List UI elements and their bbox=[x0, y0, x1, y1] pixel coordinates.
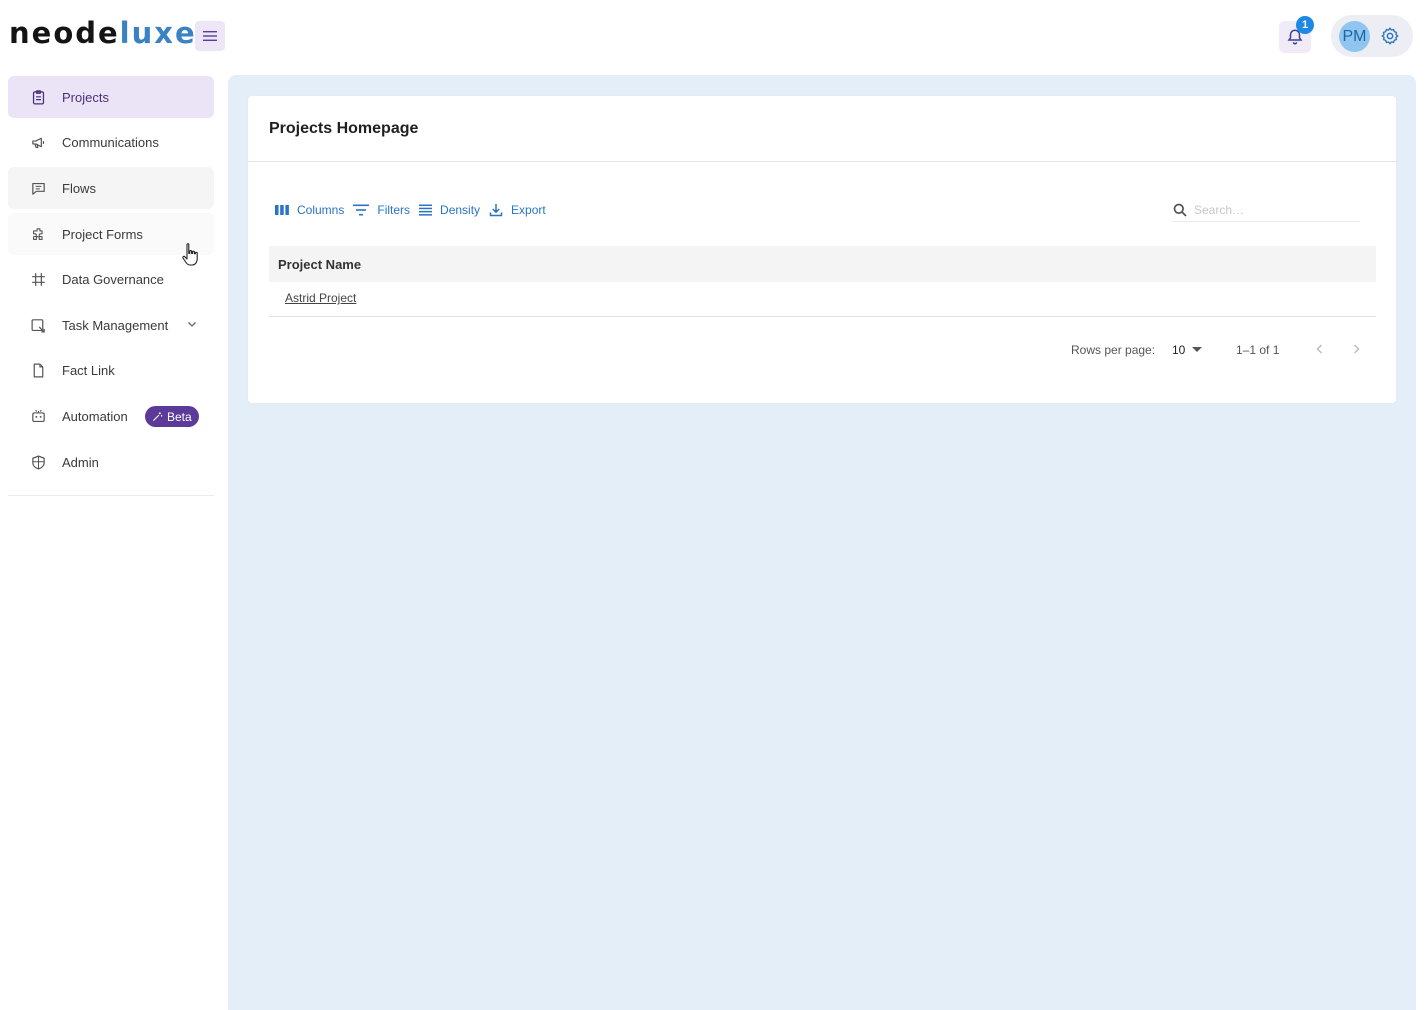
card-divider bbox=[248, 161, 1398, 162]
beta-label: Beta bbox=[167, 409, 192, 424]
hamburger-icon bbox=[203, 31, 217, 41]
chevron-down-icon[interactable] bbox=[187, 319, 197, 329]
page-info: 1–1 of 1 bbox=[1236, 343, 1280, 357]
sidebar-item-task-management[interactable]: Task Management bbox=[8, 304, 214, 346]
project-link[interactable]: Astrid Project bbox=[285, 291, 356, 305]
caret-down-icon[interactable] bbox=[1192, 347, 1202, 353]
download-icon bbox=[489, 204, 503, 217]
columns-icon bbox=[275, 205, 289, 215]
sidebar-item-projects[interactable]: Projects bbox=[8, 76, 214, 118]
puzzle-icon bbox=[33, 228, 43, 240]
export-button[interactable]: Export bbox=[489, 203, 546, 217]
sidebar-item-label: Admin bbox=[62, 454, 99, 470]
sidebar-item-label: Flows bbox=[62, 180, 96, 196]
sidebar-item-fact-link[interactable]: Fact Link bbox=[8, 349, 214, 391]
search-icon bbox=[1173, 203, 1187, 217]
column-header-project-name[interactable]: Project Name bbox=[278, 257, 361, 272]
rows-per-page-select[interactable]: 10 bbox=[1172, 343, 1185, 357]
sidebar-divider bbox=[8, 495, 214, 496]
robot-icon bbox=[32, 409, 45, 423]
page-title: Projects Homepage bbox=[269, 120, 419, 137]
columns-button[interactable]: Columns bbox=[275, 203, 344, 217]
sidebar-item-label: Communications bbox=[62, 134, 159, 150]
sidebar-item-admin[interactable]: Admin bbox=[8, 441, 214, 483]
table-header: Project Name bbox=[269, 246, 1376, 282]
table-row[interactable]: Astrid Project bbox=[269, 282, 1376, 317]
search-input[interactable] bbox=[1194, 200, 1354, 220]
sidebar-item-communications[interactable]: Communications bbox=[8, 121, 214, 163]
density-button[interactable]: Density bbox=[419, 203, 480, 217]
shield-icon bbox=[32, 455, 45, 470]
sidebar-item-flows[interactable]: Flows bbox=[8, 167, 214, 209]
search-box bbox=[1172, 198, 1360, 222]
grid-icon bbox=[32, 273, 45, 286]
sidebar-item-label: Automation bbox=[62, 408, 128, 424]
notification-badge: 1 bbox=[1296, 16, 1314, 34]
sidebar-item-label: Projects bbox=[62, 89, 109, 105]
main-content: Projects Homepage Columns Filters Densit… bbox=[228, 75, 1416, 1010]
filter-icon bbox=[353, 204, 370, 216]
magic-wand-icon bbox=[152, 412, 163, 422]
sidebar-item-label: Project Forms bbox=[62, 226, 143, 242]
density-icon bbox=[419, 204, 433, 216]
chevron-left-icon[interactable] bbox=[1314, 343, 1326, 355]
chat-icon bbox=[32, 182, 45, 195]
chevron-right-icon[interactable] bbox=[1350, 343, 1362, 355]
grid-toolbar: Columns Filters Density Export bbox=[275, 202, 555, 218]
rows-per-page-label: Rows per page: bbox=[1071, 343, 1156, 357]
clipboard-icon bbox=[32, 90, 45, 105]
avatar[interactable]: PM bbox=[1339, 21, 1370, 52]
top-header: neodeluxeTM 1 PM bbox=[0, 0, 1428, 72]
beta-badge: Beta bbox=[145, 406, 199, 427]
document-icon bbox=[33, 363, 44, 378]
sidebar-item-label: Task Management bbox=[62, 317, 169, 333]
sidebar-item-automation[interactable]: Automation Beta bbox=[8, 395, 214, 437]
gear-icon[interactable] bbox=[1380, 26, 1400, 46]
projects-card: Projects Homepage Columns Filters Densit… bbox=[247, 95, 1398, 404]
sidebar-item-label: Fact Link bbox=[62, 362, 115, 378]
sidebar-item-label: Data Governance bbox=[62, 271, 164, 287]
sidebar: Projects Communications Flows Project Fo… bbox=[0, 72, 228, 1010]
filters-button[interactable]: Filters bbox=[353, 203, 410, 217]
hand-cursor-icon bbox=[182, 243, 198, 266]
menu-toggle-button[interactable] bbox=[195, 21, 225, 51]
megaphone-icon bbox=[32, 137, 45, 149]
task-icon bbox=[31, 319, 45, 333]
logo[interactable]: neodeluxeTM bbox=[9, 16, 206, 50]
